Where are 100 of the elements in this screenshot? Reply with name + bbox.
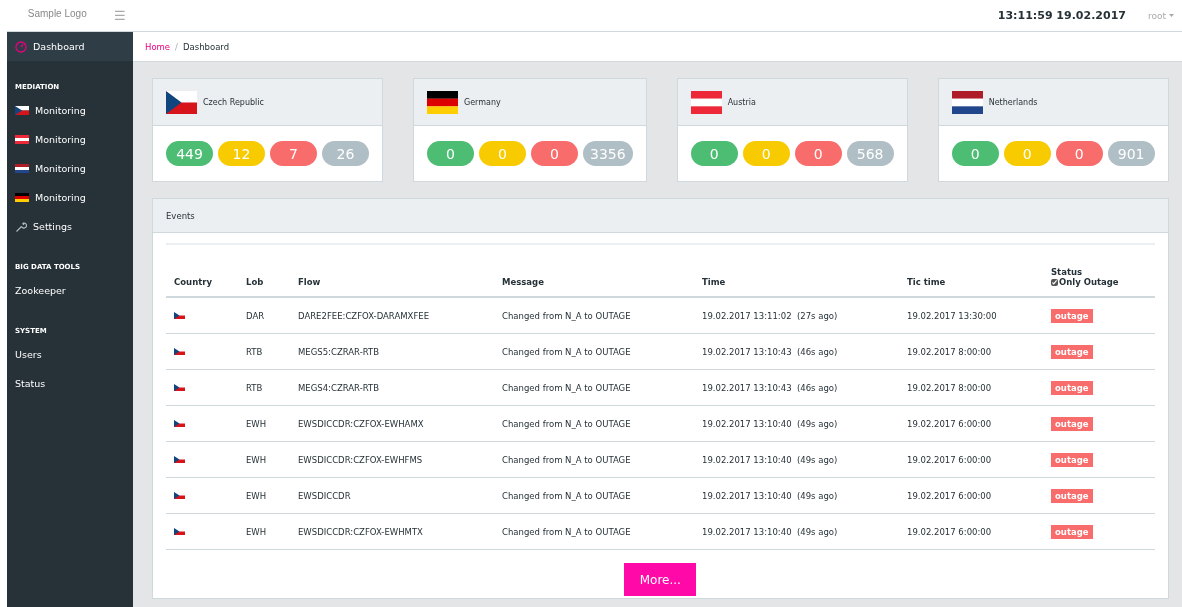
table-cell: Changed from N_A to OUTAGE: [502, 490, 631, 501]
table-cell: EWH: [246, 490, 267, 501]
status-badge: outage: [1051, 452, 1093, 467]
table-cell: 19.02.2017 6:00:00: [907, 418, 992, 429]
flag-icon: [174, 384, 185, 391]
table-cell: 19.02.2017 8:00:00: [907, 346, 992, 357]
table-cell: 19.02.2017 13:30:00: [907, 310, 997, 321]
table-cell: 19.02.2017 6:00:00: [907, 490, 992, 501]
table-cell: EWH: [246, 418, 267, 429]
column-header: Status: [1051, 267, 1084, 277]
table-cell: 19.02.2017 13:10:43 (46s ago): [702, 382, 838, 393]
status-badge: outage: [1051, 380, 1093, 395]
flag-icon: [15, 135, 29, 144]
table-cell: EWSDICCDR:CZFOX-EWHFMS: [298, 454, 423, 465]
count-badge: 0: [1003, 141, 1051, 166]
column-header: Country: [174, 277, 212, 287]
table-cell: DARE2FEE:CZFOX-DARAMXFEE: [298, 310, 430, 321]
table-cell: EWH: [246, 526, 267, 537]
table-cell: Changed from N_A to OUTAGE: [502, 346, 631, 357]
nav-item[interactable]: Monitoring: [7, 183, 133, 212]
count-badge: 12: [218, 141, 265, 166]
checkbox[interactable]: [1051, 278, 1058, 286]
table-cell: EWSDICCDR:CZFOX-EWHAMX: [298, 418, 424, 429]
table-cell: 19.02.2017 8:00:00: [907, 382, 992, 393]
logo-text: Sample Logo: [27, 8, 87, 21]
count-badge: 568: [846, 141, 894, 166]
status-badge: outage: [1051, 416, 1093, 431]
country-name: Czech Republic: [203, 97, 264, 107]
table-cell: 19.02.2017 13:10:40 (49s ago): [702, 454, 838, 465]
count-badge: 901: [1107, 141, 1155, 166]
column-header: Flow: [298, 277, 321, 287]
count-badge: 26: [322, 141, 369, 166]
flag-icon: [174, 420, 185, 427]
table-cell: Changed from N_A to OUTAGE: [502, 526, 631, 537]
table-cell: MEGS4:CZRAR-RTB: [298, 382, 380, 393]
table-cell: MEGS5:CZRAR-RTB: [298, 346, 380, 357]
country-name: Austria: [727, 97, 756, 107]
gauge-icon: [15, 40, 27, 53]
count-badge: 0: [1055, 141, 1103, 166]
column-header: Time: [702, 277, 726, 287]
flag-icon: [15, 106, 29, 115]
count-badge: 0: [690, 141, 738, 166]
breadcrumb-link[interactable]: Home: [145, 41, 171, 52]
status-badge: outage: [1051, 344, 1093, 359]
flag-icon: [15, 193, 29, 202]
nav-item[interactable]: Monitoring: [7, 96, 133, 125]
nav-item[interactable]: Zookeeper: [7, 276, 133, 305]
flag-icon: [166, 90, 197, 114]
column-header: Message: [502, 277, 544, 287]
flag-icon: [951, 90, 983, 114]
flag-icon: [174, 456, 185, 463]
table-cell: Changed from N_A to OUTAGE: [502, 454, 631, 465]
table-cell: 19.02.2017 6:00:00: [907, 526, 992, 537]
column-header: Tic time: [907, 277, 946, 287]
flag-icon: [174, 312, 185, 319]
flag-icon: [174, 348, 185, 355]
panel-title: Events: [166, 210, 195, 221]
flag-icon: [427, 90, 458, 114]
count-badge: 0: [742, 141, 790, 166]
table-cell: EWH: [246, 454, 267, 465]
nav-item[interactable]: Status: [7, 369, 133, 398]
wrench-icon: [15, 220, 27, 233]
nav-item[interactable]: Monitoring: [7, 154, 133, 183]
status-badge: outage: [1051, 488, 1093, 503]
nav-item[interactable]: Users: [7, 340, 133, 369]
count-badge: 3356: [583, 141, 633, 166]
nav-item[interactable]: Settings: [7, 212, 133, 241]
table-cell: 19.02.2017 13:10:43 (46s ago): [702, 346, 838, 357]
flag-icon: [174, 492, 185, 499]
table-cell: RTB: [246, 346, 263, 357]
table-cell: EWSDICCDR: [298, 490, 351, 501]
status-badge: outage: [1051, 308, 1093, 323]
flag-icon: [174, 528, 185, 535]
nav-item[interactable]: Dashboard: [7, 32, 133, 61]
count-badge: 0: [794, 141, 842, 166]
table-cell: Changed from N_A to OUTAGE: [502, 310, 631, 321]
table-cell: 19.02.2017 13:10:40 (49s ago): [702, 418, 838, 429]
table-cell: 19.02.2017 6:00:00: [907, 454, 992, 465]
table-cell: 19.02.2017 13:10:40 (49s ago): [702, 490, 838, 501]
table-cell: EWSDICCDR:CZFOX-EWHMTX: [298, 526, 423, 537]
more-button[interactable]: More...: [624, 563, 697, 596]
table-cell: RTB: [246, 382, 263, 393]
table-cell: DAR: [246, 310, 265, 321]
caret-icon: [1169, 14, 1174, 17]
column-header: Lob: [246, 277, 264, 287]
clock: 13:11:59 19.02.2017: [997, 9, 1126, 22]
table-cell: 19.02.2017 13:11:02 (27s ago): [702, 310, 838, 321]
flag-icon: [690, 90, 722, 114]
checkbox-label: Only Outage: [1059, 277, 1119, 287]
count-badge: 0: [531, 141, 578, 166]
count-badge: 0: [427, 141, 474, 166]
count-badge: 0: [951, 141, 999, 166]
country-name: Germany: [464, 97, 501, 107]
count-badge: 7: [270, 141, 317, 166]
flag-icon: [15, 164, 29, 173]
status-badge: outage: [1051, 524, 1093, 539]
nav-item[interactable]: Monitoring: [7, 125, 133, 154]
breadcrumb-separator: /: [175, 41, 178, 52]
table-cell: Changed from N_A to OUTAGE: [502, 382, 631, 393]
table-cell: 19.02.2017 13:10:40 (49s ago): [702, 526, 838, 537]
